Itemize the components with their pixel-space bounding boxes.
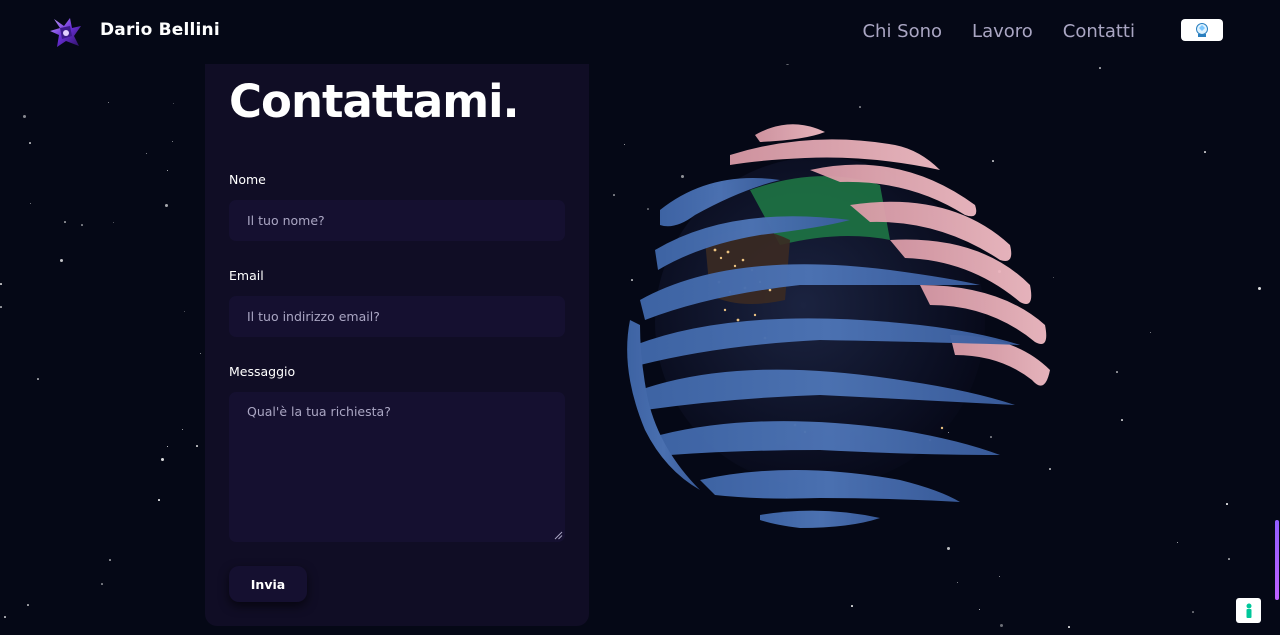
star [1258, 287, 1261, 290]
star [113, 222, 114, 223]
nav-link-contatti[interactable]: Contatti [1063, 20, 1135, 44]
nav-link-lavoro[interactable]: Lavoro [972, 20, 1033, 44]
star [23, 115, 26, 118]
star [182, 429, 183, 430]
message-placeholder: Qual'è la tua richiesta? [247, 404, 391, 419]
star [167, 170, 168, 171]
name-input[interactable]: Il tuo nome? [229, 200, 565, 241]
star [1068, 626, 1070, 628]
star [161, 458, 164, 461]
star [158, 499, 160, 501]
star [1192, 611, 1194, 613]
star [999, 576, 1000, 577]
star [979, 609, 980, 610]
star [101, 583, 103, 585]
star [1121, 419, 1123, 421]
star [109, 559, 111, 561]
star [184, 311, 185, 312]
star [167, 446, 168, 447]
scrollbar-thumb[interactable] [1275, 520, 1279, 600]
logo-icon[interactable] [48, 14, 84, 50]
email-input[interactable]: Il tuo indirizzo email? [229, 296, 565, 337]
star [1204, 151, 1206, 153]
star [1226, 503, 1228, 505]
message-label: Messaggio [229, 364, 296, 379]
star [851, 605, 853, 607]
contact-page: Dario Bellini Chi Sono Lavoro Contatti C… [0, 0, 1280, 635]
star [37, 378, 39, 380]
page-title: Contattami. [229, 75, 520, 128]
name-label: Nome [229, 172, 266, 187]
brand-name[interactable]: Dario Bellini [100, 20, 220, 40]
accessibility-icon [1246, 603, 1251, 618]
star [957, 582, 958, 583]
star [108, 102, 109, 103]
star [1150, 332, 1151, 333]
star [1177, 542, 1178, 543]
nav-link-chi-sono[interactable]: Chi Sono [862, 20, 942, 44]
star [947, 547, 950, 550]
email-label: Email [229, 268, 264, 283]
contact-form-card: Contattami. Nome Il tuo nome? Email Il t… [205, 40, 589, 626]
star [146, 153, 147, 154]
star [165, 204, 168, 207]
accessibility-button[interactable] [1236, 598, 1261, 623]
star [0, 306, 2, 308]
star [4, 616, 6, 618]
star [613, 194, 615, 196]
star [859, 106, 861, 108]
star [1228, 558, 1230, 560]
star [196, 445, 198, 447]
star [0, 283, 2, 285]
star [29, 142, 31, 144]
navbar: Dario Bellini Chi Sono Lavoro Contatti [0, 0, 1280, 64]
star [172, 141, 173, 142]
star [81, 224, 83, 226]
star [1116, 371, 1118, 373]
star [64, 221, 66, 223]
star [1000, 624, 1003, 627]
avatar-flag-icon [1196, 23, 1208, 37]
star [1099, 67, 1101, 69]
star [173, 103, 174, 104]
star [200, 353, 201, 354]
submit-button[interactable]: Invia [229, 566, 307, 602]
star [27, 604, 29, 606]
message-textarea[interactable]: Qual'è la tua richiesta? [229, 392, 565, 542]
resize-handle-icon[interactable] [554, 531, 563, 540]
earth-globe-illustration[interactable] [620, 110, 1070, 540]
scrollbar[interactable] [1274, 0, 1280, 635]
star [60, 259, 63, 262]
language-button[interactable] [1181, 19, 1223, 41]
star [30, 203, 31, 204]
nav-links: Chi Sono Lavoro Contatti [862, 20, 1135, 44]
